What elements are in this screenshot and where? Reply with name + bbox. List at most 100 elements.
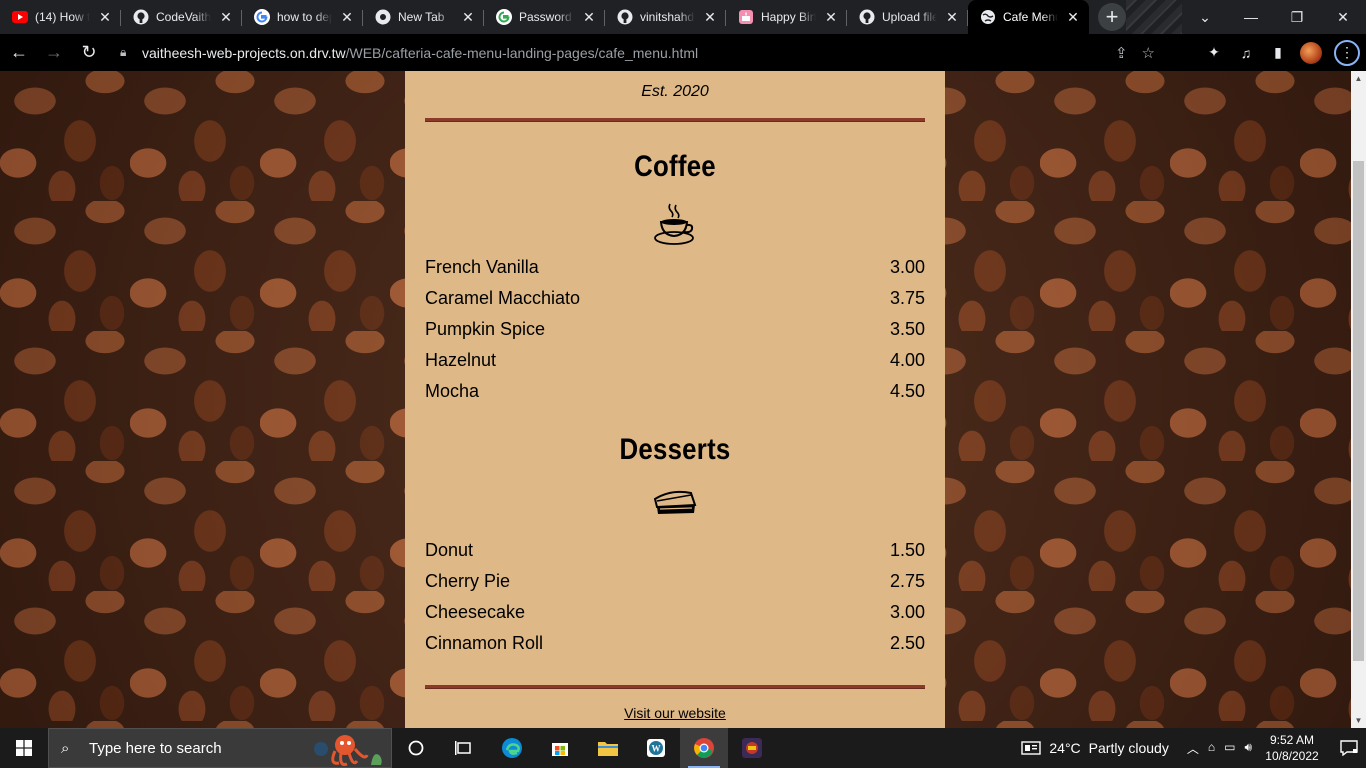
side-panel-icon[interactable]: ▮ [1268, 43, 1288, 63]
item-name: Donut [425, 540, 474, 560]
visit-website-link[interactable]: Visit our website [624, 705, 726, 721]
cortana-icon[interactable] [392, 728, 440, 768]
item-name: Pumpkin Spice [425, 319, 546, 339]
address-bar[interactable]: 🔒︎ vaitheesh-web-projects.on.drv.tw/WEB/… [108, 38, 1163, 67]
scroll-down-arrow-icon[interactable]: ▼ [1351, 713, 1366, 728]
menu-item: Cinnamon Roll 2.50 [425, 628, 925, 659]
more-menu-icon[interactable]: ⋮ [1334, 39, 1360, 66]
page-scrollbar[interactable]: ▲ ▼ [1351, 71, 1366, 728]
weather-widget[interactable]: 24°C Partly cloudy [1021, 740, 1169, 756]
clock-time: 9:52 AM [1269, 733, 1315, 747]
lock-icon[interactable]: 🔒︎ [120, 45, 138, 60]
back-icon[interactable]: ← [3, 37, 35, 69]
new-tab-button[interactable]: + [1098, 3, 1126, 31]
coffee-heading: Coffee [634, 150, 716, 183]
close-icon[interactable]: ✕ [944, 9, 960, 25]
close-icon[interactable]: ✕ [581, 9, 597, 25]
item-name: Caramel Macchiato [425, 288, 581, 308]
close-icon[interactable]: ✕ [823, 9, 839, 25]
item-price: 2.50 [889, 633, 925, 653]
item-price: 3.00 [889, 257, 925, 277]
tab-title: New Tab [398, 10, 445, 24]
tab-title: Upload files [882, 10, 937, 24]
close-window-icon[interactable]: ✕ [1320, 0, 1366, 34]
share-icon[interactable]: ⇪ [1115, 44, 1128, 62]
microsoft-store-icon[interactable] [536, 728, 584, 768]
scrollbar-thumb[interactable] [1353, 161, 1364, 661]
scroll-up-arrow-icon[interactable]: ▲ [1351, 71, 1366, 86]
taskbar-clock[interactable]: 9:52 AM 10/8/2022 [1260, 732, 1324, 764]
game-app-icon[interactable] [728, 728, 776, 768]
weather-temperature: 24°C [1049, 740, 1081, 756]
item-price: 2.75 [889, 571, 925, 591]
browser-tab[interactable]: vinitshahdeo ✕ [605, 0, 726, 34]
menu-item: Pumpkin Spice 3.50 [425, 314, 925, 345]
item-name: French Vanilla [425, 257, 539, 277]
edge-icon[interactable] [488, 728, 536, 768]
close-icon[interactable]: ✕ [702, 9, 718, 25]
chevron-up-icon[interactable]: ︿ [1187, 740, 1199, 757]
search-highlight-art [314, 735, 382, 766]
established-text: Est. 2020 [641, 83, 709, 100]
browser-tab[interactable]: Upload files ✕ [847, 0, 968, 34]
menu-item: Donut 1.50 [425, 535, 925, 566]
github-icon [617, 9, 633, 25]
coffee-cup-icon [425, 202, 925, 250]
battery-icon[interactable]: ▭ [1224, 740, 1235, 757]
close-icon[interactable]: ✕ [97, 9, 113, 25]
item-name: Hazelnut [425, 350, 497, 370]
browser-tab[interactable]: New Tab ✕ [363, 0, 484, 34]
browser-tab[interactable]: Happy Birthday ✕ [726, 0, 847, 34]
wordpress-icon[interactable]: W [632, 728, 680, 768]
extensions-icon[interactable]: ✦ [1204, 43, 1224, 63]
github-icon [133, 9, 149, 25]
browser-tab[interactable]: CodeVaitheesh ✕ [121, 0, 242, 34]
menu-item: Caramel Macchiato 3.75 [425, 283, 925, 314]
restore-icon[interactable]: ❐ [1274, 0, 1320, 34]
menu-item: Hazelnut 4.00 [425, 345, 925, 376]
chrome-taskbar-icon[interactable] [680, 728, 728, 768]
tabstrip-theme-art [1126, 0, 1182, 34]
taskbar-search-box[interactable]: ⌕ Type here to search [48, 728, 392, 768]
svg-text:W: W [652, 744, 661, 754]
chrome-icon [375, 9, 391, 25]
item-price: 3.00 [889, 602, 925, 622]
tab-title: how to deploy [277, 10, 332, 24]
browser-tab[interactable]: Password Manager ✕ [484, 0, 605, 34]
search-placeholder: Type here to search [89, 739, 222, 757]
google-icon [496, 9, 512, 25]
task-view-icon[interactable] [440, 728, 488, 768]
meet-now-icon[interactable]: ⌂ [1208, 740, 1215, 757]
profile-avatar[interactable] [1300, 41, 1322, 64]
menu-item: Cheesecake 3.00 [425, 597, 925, 628]
browser-tab[interactable]: how to deploy ✕ [242, 0, 363, 34]
forward-icon[interactable]: → [38, 37, 70, 69]
clock-date: 10/8/2022 [1265, 749, 1319, 763]
minimize-icon[interactable]: — [1228, 0, 1274, 34]
close-icon[interactable]: ✕ [1065, 9, 1081, 25]
github-icon [859, 9, 875, 25]
menu-item: French Vanilla 3.00 [425, 252, 925, 283]
weather-condition: Partly cloudy [1088, 740, 1169, 756]
close-icon[interactable]: ✕ [218, 9, 234, 25]
media-control-icon[interactable]: ♫ [1236, 43, 1256, 63]
google-icon [254, 9, 270, 25]
bookmark-star-icon[interactable]: ☆ [1142, 44, 1155, 62]
url-text[interactable]: vaitheesh-web-projects.on.drv.tw/WEB/caf… [142, 45, 698, 61]
windows-start-icon[interactable] [0, 728, 48, 768]
item-name: Cheesecake [425, 602, 526, 622]
search-icon: ⌕ [61, 739, 70, 757]
tab-search-icon[interactable]: ⌄ [1182, 0, 1228, 34]
file-explorer-icon[interactable] [584, 728, 632, 768]
volume-icon[interactable]: 🔊︎ [1244, 740, 1252, 757]
browser-tab[interactable]: (14) How to ✕ [0, 0, 121, 34]
cake-icon [738, 9, 754, 25]
reload-icon[interactable]: ↻ [73, 37, 105, 69]
news-weather-icon [1021, 741, 1042, 755]
tab-title: Password Manager [519, 10, 574, 24]
desserts-heading: Desserts [619, 433, 731, 466]
close-icon[interactable]: ✕ [460, 9, 476, 25]
browser-tab-active[interactable]: Cafe Menu ✕ [968, 0, 1089, 34]
notification-icon[interactable] [1332, 740, 1366, 756]
close-icon[interactable]: ✕ [339, 9, 355, 25]
